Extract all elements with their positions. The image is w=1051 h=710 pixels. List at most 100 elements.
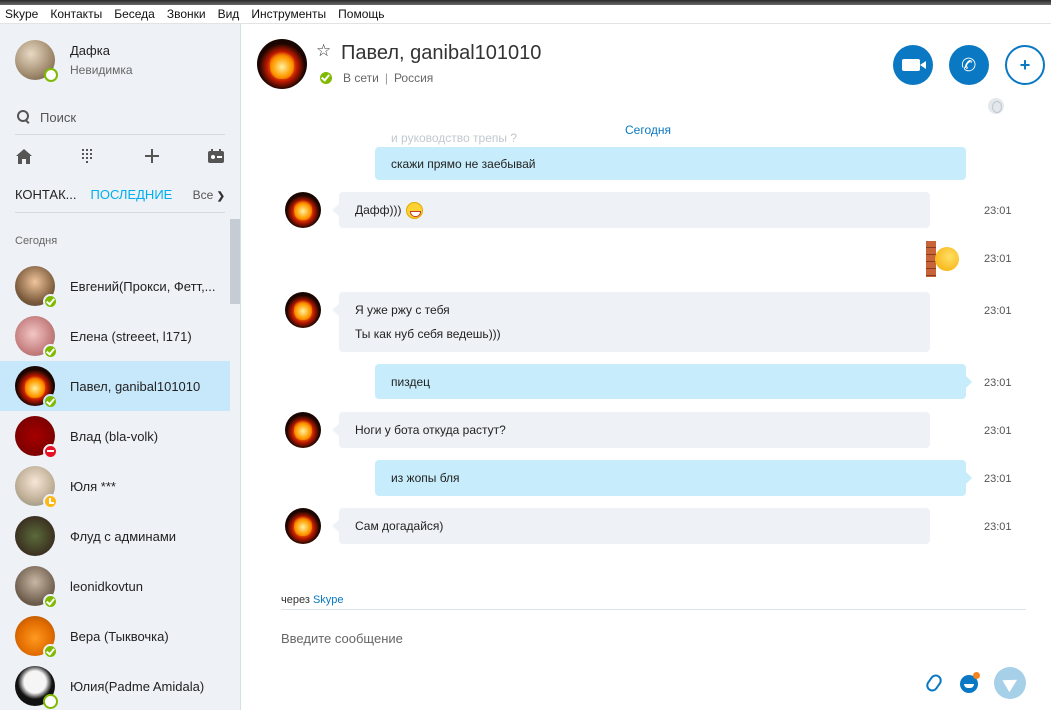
sender-avatar[interactable] (285, 292, 321, 328)
dialpad-icon[interactable] (79, 147, 97, 165)
contact-list: Евгений(Прокси, Фетт,... Елена (streeet,… (0, 261, 230, 710)
message-in[interactable]: Я уже ржу с тебя Ты как нуб себя ведешь)… (332, 292, 930, 352)
message-time: 23:01 (984, 377, 1012, 389)
menu-contacts[interactable]: Контакты (50, 7, 102, 21)
avatar (15, 616, 58, 659)
day-divider: Сегодня (625, 123, 671, 137)
divider (281, 609, 1026, 610)
profile-name: Дафка (70, 43, 110, 58)
menu-help[interactable]: Помощь (338, 7, 384, 21)
profile-status[interactable]: Невидимка (70, 63, 133, 77)
contact-name: Павел, ganibal101010 (70, 378, 201, 394)
online-status-icon (43, 394, 58, 409)
message-input[interactable] (281, 628, 901, 648)
sidebar: Дафка Невидимка Поиск КОНТАК... ПОСЛЕДНИ… (0, 24, 241, 710)
chat-location: Россия (393, 71, 434, 85)
avatar (15, 266, 58, 309)
online-status-icon (43, 644, 58, 659)
avatar (15, 466, 58, 509)
contact-item[interactable]: Вера (Тыквочка) (0, 611, 230, 661)
audio-call-button[interactable]: ✆ (949, 45, 989, 85)
tab-recent[interactable]: ПОСЛЕДНИЕ (91, 187, 173, 202)
chat-title[interactable]: Павел, ganibal101010 (341, 42, 541, 65)
search-box[interactable]: Поиск (17, 107, 225, 127)
online-status-icon (320, 72, 332, 84)
star-icon[interactable]: ☆ (316, 41, 331, 61)
message-text: скажи прямо не заебывай (391, 156, 536, 171)
contact-item[interactable]: Влад (bla-volk) (0, 411, 230, 461)
menu-view[interactable]: Вид (218, 7, 240, 21)
contact-name: Флуд с админами (70, 528, 177, 544)
add-people-button[interactable]: + (1005, 45, 1045, 85)
message-area: и руководство трепы ? Сегодня скажи прям… (242, 105, 1051, 585)
head-bang-wall-emoji-icon (926, 239, 962, 279)
contact-item-selected[interactable]: Павел, ganibal101010 (0, 361, 230, 411)
contacts-card-icon[interactable] (207, 147, 225, 165)
via-skype-link[interactable]: Skype (313, 594, 344, 606)
filter-dropdown[interactable]: Все ❯ (193, 188, 225, 202)
avatar (15, 366, 58, 409)
sidebar-scrollbar[interactable] (230, 219, 240, 304)
contact-item[interactable]: Юля *** (0, 461, 230, 511)
message-out[interactable]: скажи прямо не заебывай (375, 147, 966, 180)
avatar (15, 316, 58, 359)
message-in[interactable]: Дафф))) (332, 192, 930, 228)
via-label: через Skype (281, 594, 344, 606)
contact-item[interactable]: Юлия(Padme Amidala) (0, 661, 230, 710)
menu-calls[interactable]: Звонки (167, 7, 206, 21)
menu-bar: Skype Контакты Беседа Звонки Вид Инструм… (0, 5, 1051, 24)
menu-skype[interactable]: Skype (5, 7, 38, 21)
message-out[interactable]: пиздец (375, 364, 972, 399)
online-status-icon (43, 344, 58, 359)
tab-contacts[interactable]: КОНТАК... (15, 187, 77, 202)
message-text: из жопы бля (391, 471, 460, 485)
avatar (15, 666, 58, 709)
invisible-status-icon (44, 68, 58, 82)
home-icon[interactable] (15, 147, 33, 165)
contact-item[interactable]: leonidkovtun (0, 561, 230, 611)
sender-avatar[interactable] (285, 192, 321, 228)
offline-status-icon (43, 694, 58, 709)
sidebar-tabs: КОНТАК... ПОСЛЕДНИЕ Все ❯ (15, 187, 225, 202)
contact-name: Юля *** (70, 478, 116, 494)
message-time: 23:01 (984, 521, 1012, 533)
search-label: Поиск (40, 109, 77, 125)
contact-item[interactable]: Флуд с админами (0, 511, 230, 561)
chat-status-text: В сети (343, 71, 379, 85)
video-call-button[interactable] (893, 45, 933, 85)
group-avatar (15, 516, 55, 556)
contact-item[interactable]: Елена (streeet, l171) (0, 311, 230, 361)
contact-name: Евгений(Прокси, Фетт,... (70, 278, 216, 294)
message-time: 23:01 (984, 253, 1012, 265)
online-status-icon (43, 594, 58, 609)
notification-dot (973, 672, 980, 679)
section-title: Сегодня (15, 235, 58, 247)
contact-name: leonidkovtun (70, 578, 143, 594)
profile[interactable]: Дафка Невидимка (15, 40, 133, 82)
faded-message-text: и руководство трепы ? (391, 131, 518, 145)
chat-avatar[interactable] (257, 39, 307, 89)
sender-avatar[interactable] (285, 508, 321, 544)
avatar (15, 566, 58, 609)
message-out[interactable]: из жопы бля (375, 460, 972, 496)
chat-status: В сети | Россия (320, 71, 433, 85)
message-text: Ноги у бота откуда растут? (355, 423, 506, 437)
message-time: 23:01 (984, 305, 1012, 317)
message-in[interactable]: Ноги у бота откуда растут? (332, 412, 930, 448)
via-prefix: через (281, 594, 310, 606)
attachment-icon[interactable] (923, 672, 945, 694)
menu-conversation[interactable]: Беседа (114, 7, 155, 21)
profile-avatar[interactable] (15, 40, 58, 82)
message-in[interactable]: Сам догадайся) (332, 508, 930, 544)
send-button[interactable] (994, 667, 1026, 699)
plus-icon[interactable] (143, 147, 161, 165)
contact-item[interactable]: Евгений(Прокси, Фетт,... (0, 261, 230, 311)
message-text: Сам догадайся) (355, 519, 444, 533)
online-status-icon (43, 294, 58, 309)
contact-name: Вера (Тыквочка) (70, 628, 169, 644)
message-text: Я уже ржу с тебя (355, 303, 450, 317)
menu-tools[interactable]: Инструменты (251, 7, 326, 21)
message-time: 23:01 (984, 205, 1012, 217)
search-icon (17, 110, 31, 124)
sender-avatar[interactable] (285, 412, 321, 448)
